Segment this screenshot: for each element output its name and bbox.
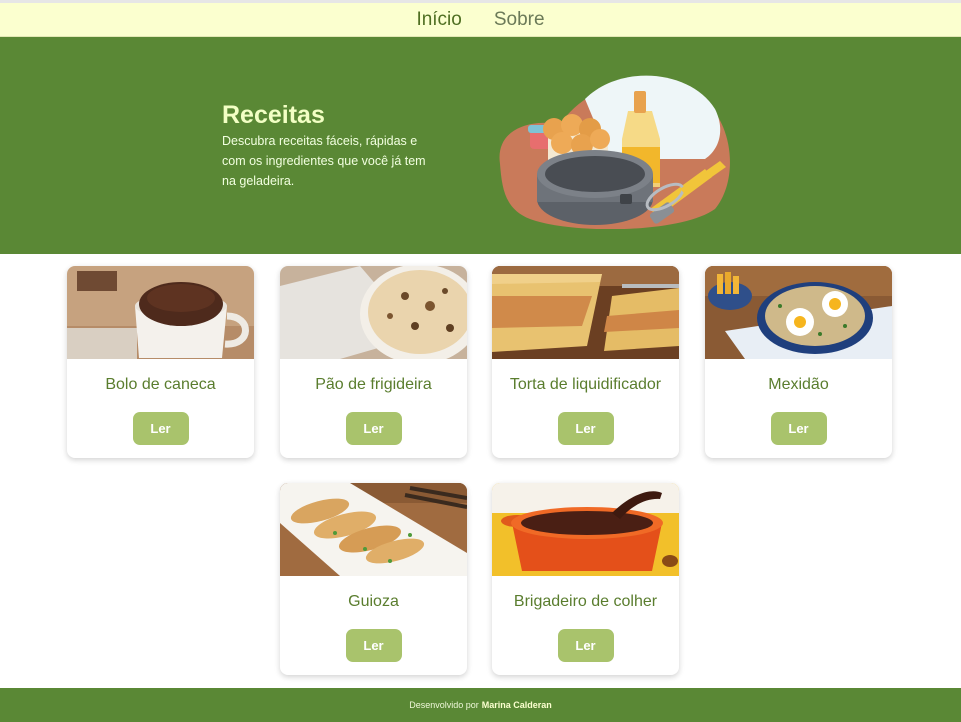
recipe-title: Torta de liquidificador bbox=[509, 376, 662, 393]
hero-description: Descubra receitas fáceis, rápidas e com … bbox=[222, 134, 426, 188]
hero-text: Receitas Descubra receitas fáceis, rápid… bbox=[222, 101, 442, 191]
kitchen-illustration bbox=[499, 75, 730, 229]
read-button[interactable]: Ler bbox=[345, 412, 402, 445]
recipe-image-brigadeiro-de-colher bbox=[492, 483, 679, 576]
footer-author: Marina Calderan bbox=[481, 700, 552, 710]
hero-banner: Receitas Descubra receitas fáceis, rápid… bbox=[0, 37, 961, 254]
read-button[interactable]: Ler bbox=[557, 629, 614, 662]
read-button[interactable]: Ler bbox=[770, 412, 827, 445]
hero-title: Receitas bbox=[222, 101, 325, 129]
nav-link-sobre[interactable]: Sobre bbox=[494, 9, 545, 31]
top-nav: Início Sobre bbox=[0, 3, 961, 37]
nav-link-inicio[interactable]: Início bbox=[416, 9, 461, 31]
recipe-title: Bolo de caneca bbox=[105, 376, 216, 393]
recipe-card: Torta de liquidificador Ler bbox=[492, 266, 679, 458]
recipe-image-guioza bbox=[280, 483, 467, 576]
recipe-title: Mexidão bbox=[768, 376, 829, 393]
recipe-title: Pão de frigideira bbox=[315, 376, 432, 393]
recipe-title: Guioza bbox=[348, 593, 399, 610]
recipe-image-pao-de-frigideira bbox=[280, 266, 467, 359]
read-button[interactable]: Ler bbox=[345, 629, 402, 662]
recipe-image-torta-de-liquidificador bbox=[492, 266, 679, 359]
recipe-image-mexidao bbox=[705, 266, 892, 359]
recipe-image-bolo-de-caneca bbox=[67, 266, 254, 359]
recipe-card: Pão de frigideira Ler bbox=[280, 266, 467, 458]
recipe-grid: Bolo de caneca Ler Pão de frigideira Ler bbox=[0, 254, 961, 686]
recipe-title: Brigadeiro de colher bbox=[513, 593, 658, 610]
read-button[interactable]: Ler bbox=[132, 412, 189, 445]
footer: Desenvolvido por Marina Calderan bbox=[0, 688, 961, 722]
recipe-card: Guioza Ler bbox=[280, 483, 467, 675]
recipe-card: Brigadeiro de colher Ler bbox=[492, 483, 679, 675]
recipe-card: Bolo de caneca Ler bbox=[67, 266, 254, 458]
recipe-card: Mexidão Ler bbox=[705, 266, 892, 458]
read-button[interactable]: Ler bbox=[557, 412, 614, 445]
footer-prefix: Desenvolvido por bbox=[409, 700, 479, 710]
